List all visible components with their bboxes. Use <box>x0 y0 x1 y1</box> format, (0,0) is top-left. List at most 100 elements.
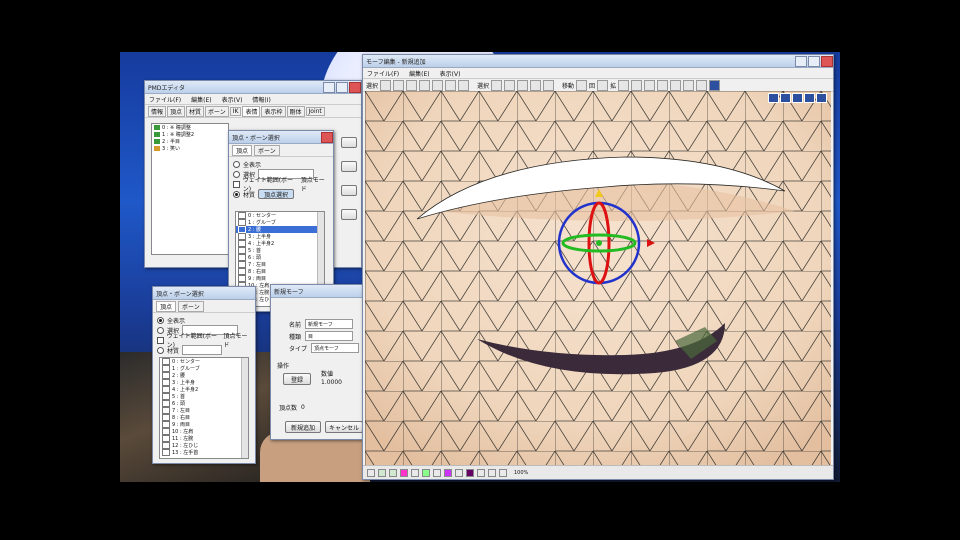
remove-tool-icon[interactable] <box>432 79 444 91</box>
tab-morph[interactable]: 表情 <box>242 105 261 117</box>
list-item[interactable]: 2 : 半目 <box>152 138 228 145</box>
vertex-dialog2-titlebar[interactable]: 頂点・ボーン選択 <box>153 287 255 300</box>
list-item[interactable]: 0 : センター <box>160 358 248 365</box>
check-weight[interactable]: ウェイト範囲(ボーン) 頂点モード <box>157 333 251 349</box>
tab-display[interactable]: 表示枠 <box>261 105 286 117</box>
tab-bone[interactable]: ボーン <box>254 144 280 156</box>
clear-tool-icon[interactable] <box>458 79 470 91</box>
view-side-icon[interactable] <box>780 93 791 103</box>
list-item[interactable]: 6 : 頭 <box>236 254 324 261</box>
scrollbar[interactable] <box>241 358 248 458</box>
bone-mode-icon[interactable] <box>504 79 516 91</box>
list-item[interactable]: 1 : グルーブ <box>236 219 324 226</box>
menu-edit[interactable]: 編集(E) <box>409 69 429 78</box>
list-item[interactable]: 4 : 上半身2 <box>160 386 248 393</box>
list-item[interactable]: 12 : 左ひじ <box>160 442 248 449</box>
status-icon-3[interactable] <box>389 468 397 477</box>
invert-tool-icon[interactable] <box>445 79 457 91</box>
status-icon-11[interactable] <box>477 468 485 477</box>
status-icon-13[interactable] <box>499 468 507 477</box>
side-button-1[interactable] <box>341 137 357 148</box>
tab-material[interactable]: 材質 <box>186 105 205 117</box>
morph-dialog-titlebar[interactable]: 新規モーフ <box>271 285 369 298</box>
side-button-3[interactable] <box>341 185 357 196</box>
maximize-button[interactable] <box>336 81 348 93</box>
value-field[interactable]: 1.0000 <box>321 379 342 386</box>
morph-list[interactable]: 0 : ※ 瞳調整 1 : ※ 瞳調整2 2 : 半目 3 : 笑い <box>151 123 229 255</box>
rect-tool-icon[interactable] <box>406 79 418 91</box>
list-item[interactable]: 1 : グルーブ <box>160 365 248 372</box>
view-front-icon[interactable] <box>768 93 779 103</box>
maximize-button[interactable] <box>808 55 820 67</box>
material-mode-icon[interactable] <box>543 79 555 91</box>
list-item[interactable]: 2 : 腰 <box>160 372 248 379</box>
material-dropdown[interactable] <box>182 345 223 355</box>
list-item[interactable]: 5 : 首 <box>236 247 324 254</box>
tab-bone[interactable]: ボーン <box>205 105 229 117</box>
morph-panel-select[interactable]: 目 <box>305 331 354 341</box>
status-icon-8[interactable] <box>444 468 452 477</box>
hide-icon[interactable] <box>696 79 708 91</box>
menu-edit[interactable]: 編集(E) <box>191 95 211 104</box>
list-item[interactable]: 9 : 両目 <box>236 275 324 282</box>
menu-view[interactable]: 表示(V) <box>222 95 243 104</box>
edge-mode-icon[interactable] <box>530 79 542 91</box>
view-top-icon[interactable] <box>792 93 803 103</box>
status-icon-2[interactable] <box>378 468 386 477</box>
close-button[interactable] <box>321 131 333 143</box>
menu-view[interactable]: 表示(V) <box>440 69 461 78</box>
status-icon-7[interactable] <box>433 468 441 477</box>
view-icon[interactable] <box>709 79 721 91</box>
list-item[interactable]: 11 : 左腕 <box>160 435 248 442</box>
rotate-tool-icon[interactable] <box>597 79 609 91</box>
list-item[interactable]: 3 : 上半身 <box>236 233 324 240</box>
list-item[interactable]: 4 : 上半身2 <box>236 240 324 247</box>
global-axis-icon[interactable] <box>644 79 656 91</box>
menu-file[interactable]: ファイル(F) <box>149 95 181 104</box>
list-item[interactable]: 5 : 首 <box>160 393 248 400</box>
status-icon-9[interactable] <box>455 468 463 477</box>
vertex-mode-icon[interactable] <box>491 79 503 91</box>
menu-file[interactable]: ファイル(F) <box>367 69 399 78</box>
move-tool-icon[interactable] <box>576 79 588 91</box>
list-item[interactable]: 10 : 左肩 <box>160 428 248 435</box>
tab-vertex[interactable]: 頂点 <box>232 144 253 156</box>
list-item[interactable]: 2 : 腰 <box>236 226 324 233</box>
editor-titlebar[interactable]: モーフ編集 - 新規追加 <box>363 55 833 68</box>
radio-show-all[interactable]: 全表示 <box>157 315 251 325</box>
eye-mesh[interactable] <box>365 91 831 466</box>
face-mode-icon[interactable] <box>517 79 529 91</box>
add-tool-icon[interactable] <box>419 79 431 91</box>
status-icon-4[interactable] <box>400 468 408 477</box>
status-icon-5[interactable] <box>411 468 419 477</box>
apply-button[interactable]: 登録 <box>283 373 311 385</box>
list-item[interactable]: 9 : 両目 <box>160 421 248 428</box>
side-button-2[interactable] <box>341 161 357 172</box>
mirror-icon[interactable] <box>670 79 682 91</box>
list-item[interactable]: 0 : センター <box>236 212 324 219</box>
menu-info[interactable]: 情報(I) <box>252 95 270 104</box>
list-item[interactable]: 1 : ※ 瞳調整2 <box>152 131 228 138</box>
vertex-dialog-titlebar[interactable]: 頂点・ボーン選択 <box>229 131 333 144</box>
scale-tool-icon[interactable] <box>618 79 630 91</box>
list-item[interactable]: 6 : 頭 <box>160 400 248 407</box>
gizmo-center[interactable] <box>596 240 602 246</box>
tab-bone[interactable]: ボーン <box>178 300 204 312</box>
tab-vertex[interactable]: 頂点 <box>167 105 186 117</box>
list-item[interactable]: 3 : 笑い <box>152 145 228 152</box>
lock-icon[interactable] <box>683 79 695 91</box>
tab-joint[interactable]: Joint <box>305 106 325 116</box>
radio-show-all[interactable]: 全表示 <box>233 159 329 169</box>
tab-ik[interactable]: IK <box>229 106 242 116</box>
check-weight[interactable]: ウェイト範囲(ボーン) 頂点モード <box>233 177 329 193</box>
minimize-button[interactable] <box>795 55 807 67</box>
close-button[interactable] <box>821 55 833 67</box>
select-tool-icon[interactable] <box>380 79 392 91</box>
list-item[interactable]: 7 : 左目 <box>160 407 248 414</box>
list-item[interactable]: 8 : 右目 <box>236 268 324 275</box>
view-zoom-icon[interactable] <box>816 93 827 103</box>
vertex-search-button[interactable]: 頂点選択 <box>258 189 295 199</box>
bone-list-2[interactable]: 0 : センター 1 : グルーブ 2 : 腰 3 : 上半身 4 : 上半身2… <box>159 357 249 459</box>
local-axis-icon[interactable] <box>631 79 643 91</box>
view-reset-icon[interactable] <box>804 93 815 103</box>
